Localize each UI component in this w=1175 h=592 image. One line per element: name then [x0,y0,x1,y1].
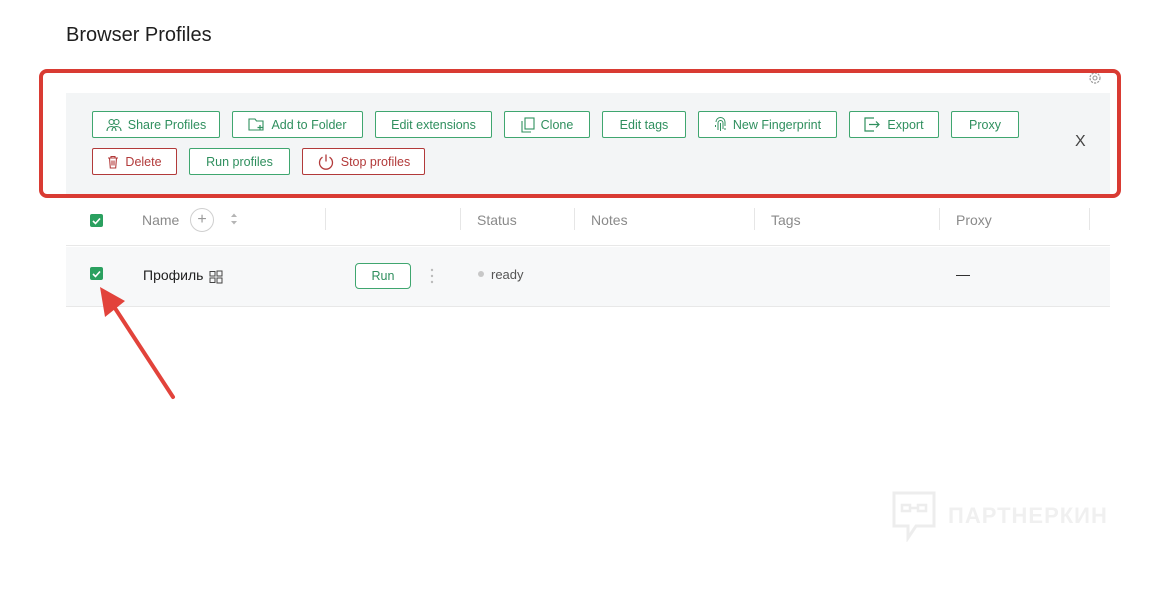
export-icon [864,117,881,132]
add-column-button[interactable]: + [190,208,214,232]
delete-label: Delete [125,154,162,169]
more-vertical-icon[interactable] [428,266,436,286]
sort-icon[interactable] [229,211,239,227]
column-divider [1089,208,1090,230]
edit-extensions-button[interactable]: Edit extensions [375,111,492,138]
select-all-checkbox[interactable] [90,214,103,227]
column-divider [574,208,575,230]
run-profile-button[interactable]: Run [355,263,411,289]
users-icon [106,118,122,131]
edit-tags-button[interactable]: Edit tags [602,111,686,138]
delete-button[interactable]: Delete [92,148,177,175]
column-divider [939,208,940,230]
clone-button[interactable]: Clone [504,111,590,138]
stop-profiles-label: Stop profiles [340,154,411,169]
annotation-arrow-icon [100,287,175,399]
column-divider [325,208,326,230]
add-to-folder-label: Add to Folder [271,117,347,132]
settings-gear-icon[interactable] [1087,70,1103,86]
row-select-checkbox[interactable] [90,267,103,280]
check-icon [92,270,101,278]
share-profiles-label: Share Profiles [127,117,207,132]
status-text: ready [491,267,524,282]
new-fingerprint-label: New Fingerprint [732,117,822,132]
bulk-actions-toolbar [66,93,1110,196]
run-profiles-button[interactable]: Run profiles [189,148,290,175]
fingerprint-icon [714,117,726,131]
export-label: Export [887,117,924,132]
trash-icon [108,155,119,169]
new-fingerprint-button[interactable]: New Fingerprint [698,111,837,138]
clone-label: Clone [540,117,574,132]
column-divider [754,208,755,230]
proxy-label: Proxy [969,117,1001,132]
profile-name[interactable]: Профиль [143,267,203,283]
share-profiles-button[interactable]: Share Profiles [92,111,220,138]
edit-tags-label: Edit tags [619,117,669,132]
table-header: Name Status Notes Tags Proxy [66,200,1110,246]
add-to-folder-button[interactable]: Add to Folder [232,111,363,138]
check-icon [92,217,101,225]
edit-extensions-label: Edit extensions [391,117,476,132]
watermark-logo-icon [892,491,936,542]
page-title: Browser Profiles [66,24,212,46]
column-header-notes[interactable]: Notes [591,212,628,228]
power-icon [318,154,333,170]
proxy-value: — [956,266,970,282]
windows-os-icon [209,270,223,284]
column-divider [460,208,461,230]
column-header-tags[interactable]: Tags [771,212,801,228]
column-header-status[interactable]: Status [477,212,517,228]
status-indicator-dot [478,271,484,277]
proxy-button[interactable]: Proxy [951,111,1019,138]
run-profiles-label: Run profiles [206,154,273,169]
watermark-text: ПАРТНЕРКИН [948,503,1108,528]
column-header-name[interactable]: Name [142,212,179,228]
stop-profiles-button[interactable]: Stop profiles [302,148,425,175]
copy-icon [521,116,535,133]
folder-plus-icon [248,118,265,131]
export-button[interactable]: Export [849,111,939,138]
column-header-proxy[interactable]: Proxy [956,212,992,228]
close-toolbar-button[interactable]: X [1075,134,1089,150]
watermark: ПАРТНЕРКИН [890,490,1108,542]
